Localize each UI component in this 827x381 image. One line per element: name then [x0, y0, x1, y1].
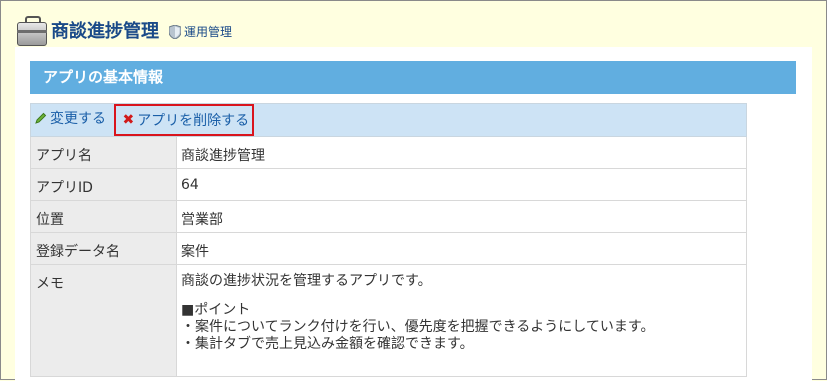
delete-app-button[interactable]: ✖ アプリを削除する — [114, 104, 255, 136]
field-label: 登録データ名 — [30, 232, 177, 265]
memo-value: 商談の進捗状況を管理するアプリです。 ■ポイント ・案件についてランク付けを行い… — [176, 264, 747, 377]
field-value: 64 — [176, 168, 747, 201]
app-info-table: 変更する ✖ アプリを削除する アプリ名 商談進捗管理 アプリID 64 位置 … — [30, 103, 747, 377]
app-title: 商談進捗管理 — [51, 21, 159, 42]
action-toolbar: 変更する ✖ アプリを削除する — [30, 103, 747, 137]
app-header: 商談進捗管理 運用管理 — [15, 11, 232, 46]
close-icon: ✖ — [122, 112, 135, 128]
memo-line: ■ポイント — [181, 302, 251, 318]
field-label: 位置 — [30, 200, 177, 233]
field-value: 商談進捗管理 — [176, 136, 747, 169]
field-row-app-name: アプリ名 商談進捗管理 — [30, 136, 747, 169]
memo-line: ・案件についてランク付けを行い、優先度を把握できるようにしています。 — [181, 319, 655, 335]
field-row-data-name: 登録データ名 案件 — [30, 232, 747, 265]
content-panel: アプリの基本情報 変更する ✖ アプリを削除する アプリ名 商談進捗管理 アプリ… — [15, 47, 812, 381]
delete-app-button-label: アプリを削除する — [137, 113, 250, 129]
shield-icon — [169, 25, 181, 39]
memo-line: ・集計タブで売上見込み金額を確認できます。 — [181, 336, 474, 352]
edit-button-label: 変更する — [50, 111, 106, 127]
field-row-location: 位置 営業部 — [30, 200, 747, 233]
section-title: アプリの基本情報 — [43, 68, 164, 86]
field-value: 営業部 — [176, 200, 747, 233]
admin-badge[interactable]: 運用管理 — [169, 19, 232, 45]
page-frame: 商談進捗管理 運用管理 アプリの基本情報 変更する ✖ アプリを削除する アプリ… — [0, 0, 827, 381]
field-label: アプリ名 — [30, 136, 177, 169]
field-value: 案件 — [176, 232, 747, 265]
section-header: アプリの基本情報 — [30, 61, 796, 94]
field-row-app-id: アプリID 64 — [30, 168, 747, 201]
edit-button[interactable]: 変更する — [35, 105, 106, 131]
memo-line: 商談の進捗状況を管理するアプリです。 — [181, 273, 432, 289]
field-label: メモ — [30, 264, 177, 377]
field-label: アプリID — [30, 168, 177, 201]
briefcase-icon — [15, 15, 47, 46]
admin-badge-label: 運用管理 — [184, 25, 233, 39]
field-row-memo: メモ 商談の進捗状況を管理するアプリです。 ■ポイント ・案件についてランク付け… — [30, 264, 747, 377]
pencil-icon — [35, 112, 47, 124]
